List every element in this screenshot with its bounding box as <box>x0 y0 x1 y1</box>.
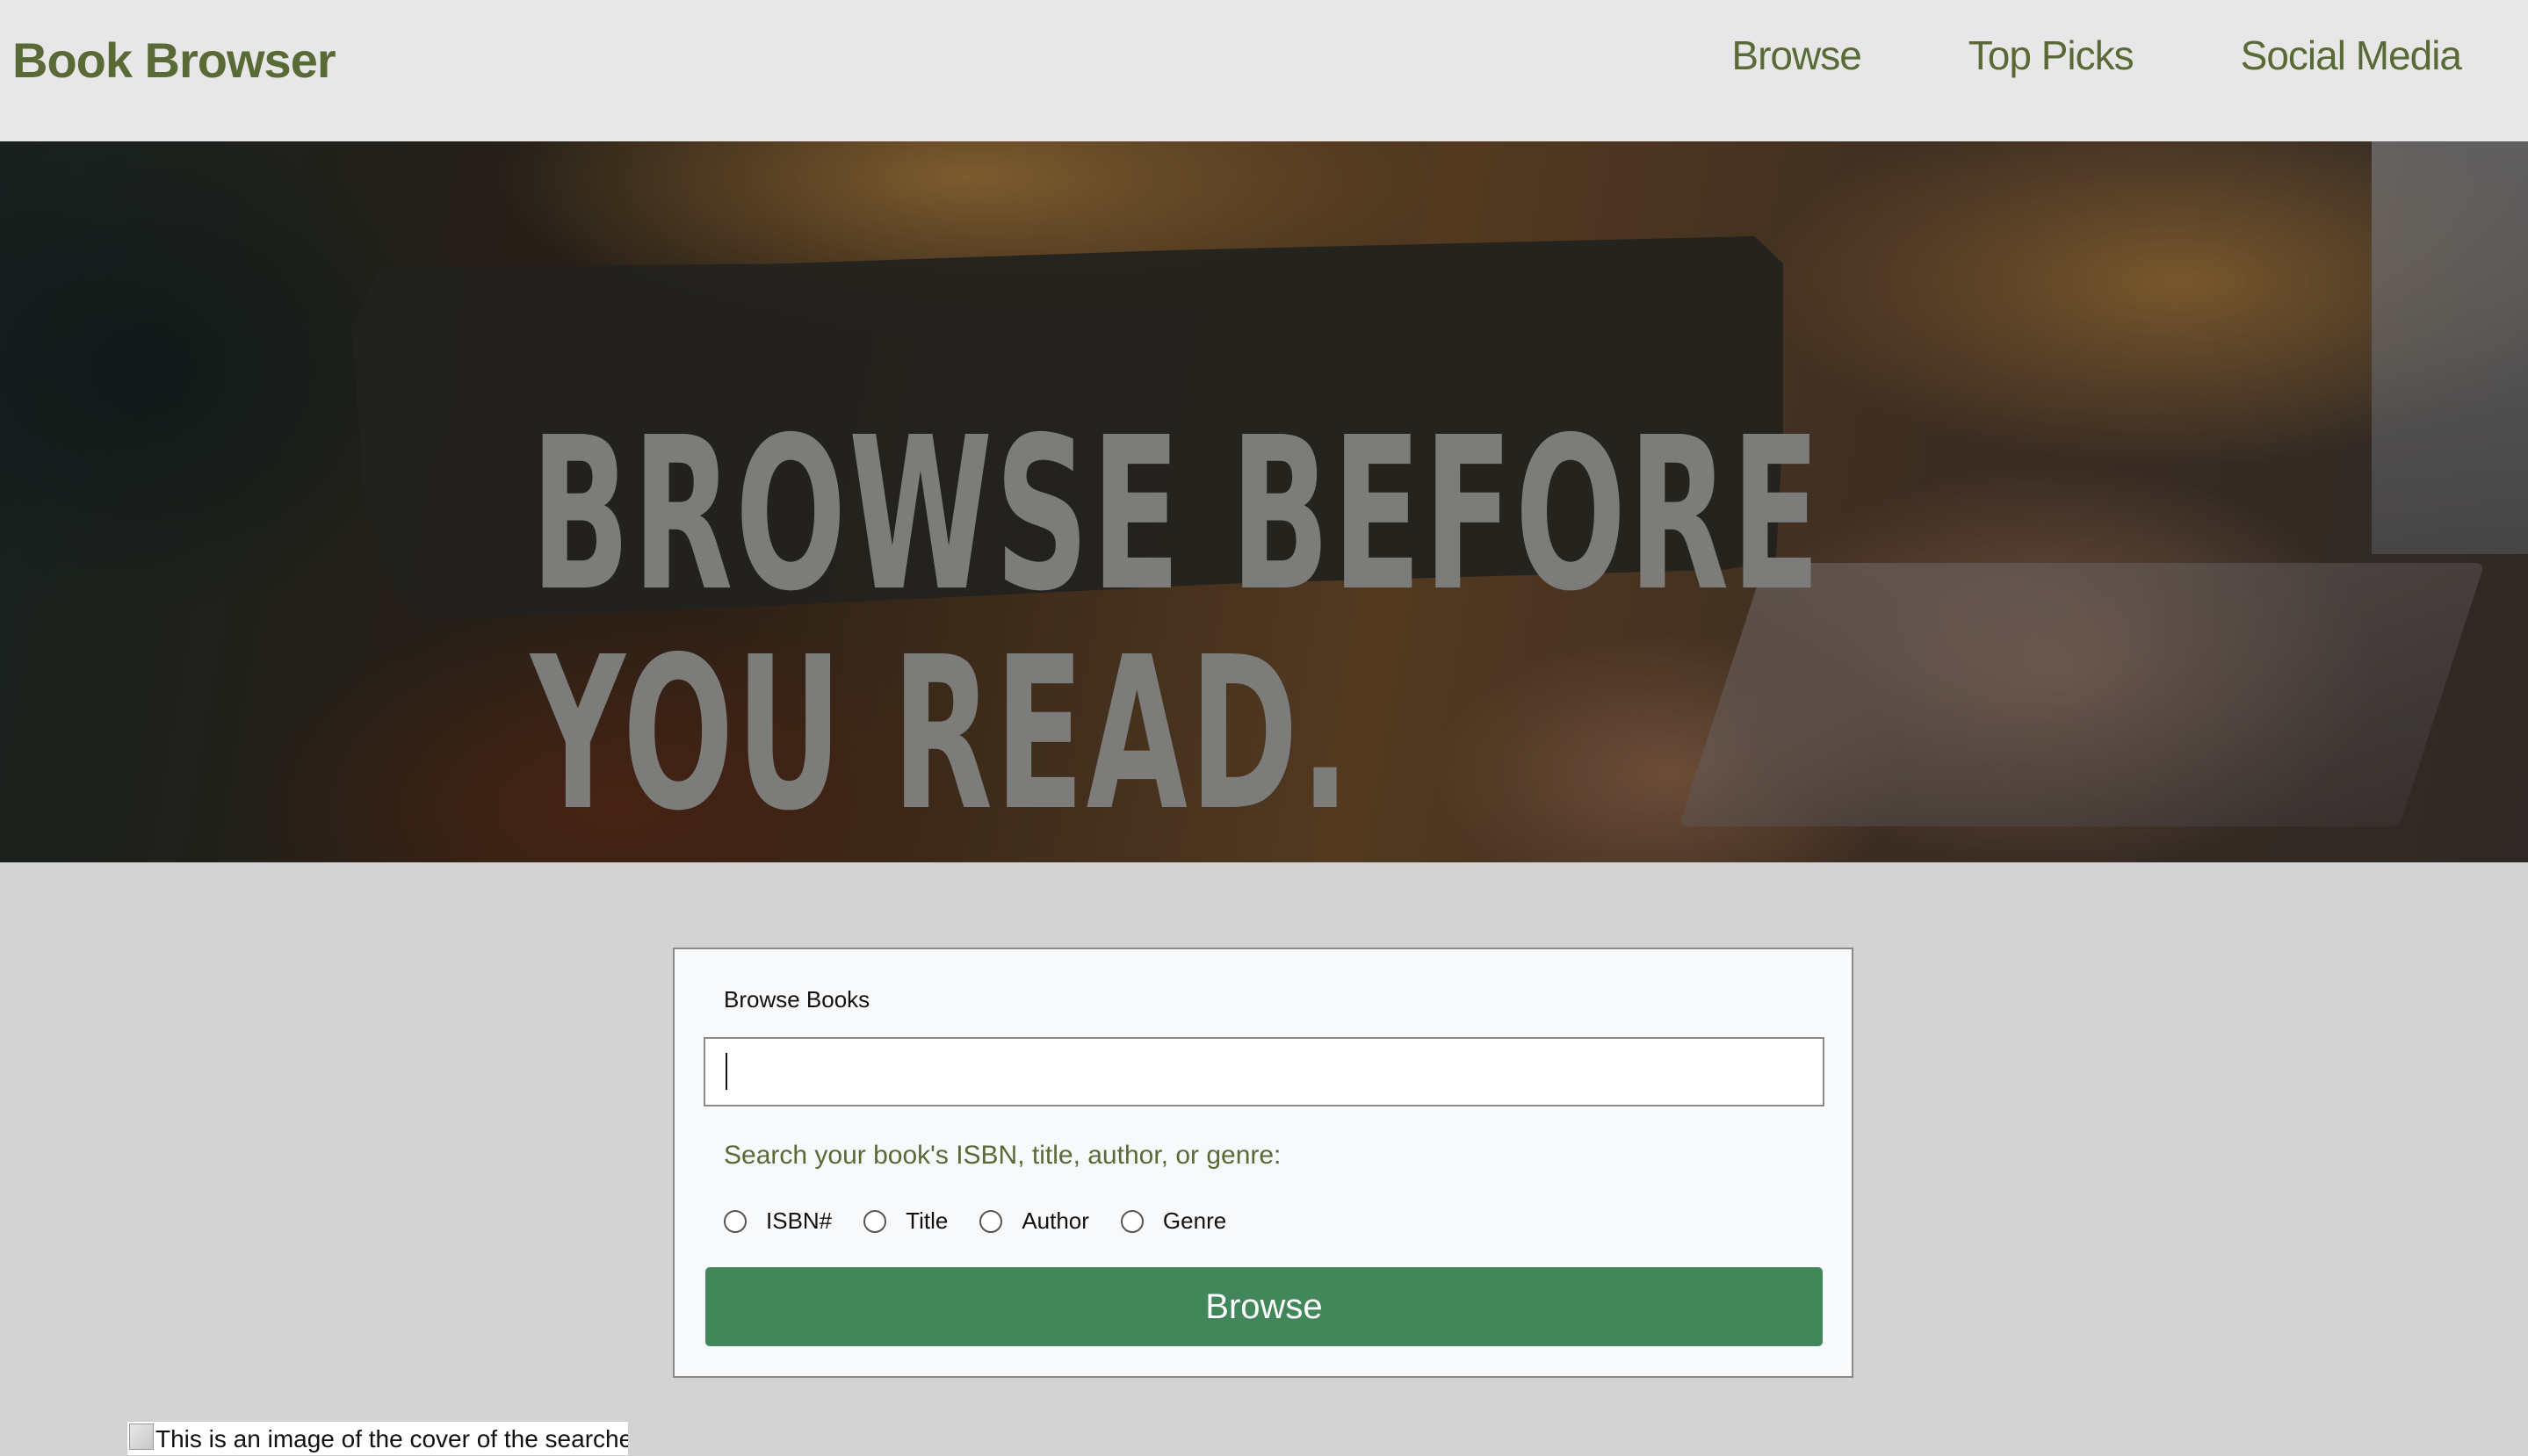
hero-title: BROWSE BEFORE YOU READ. <box>531 392 1823 857</box>
text-caret <box>726 1053 727 1090</box>
radio-option-author[interactable]: Author <box>979 1207 1089 1235</box>
hero-banner: BROWSE BEFORE YOU READ. <box>0 141 2528 862</box>
main-nav: Browse Top Picks Social Media <box>1731 32 2462 79</box>
browse-button[interactable]: Browse <box>705 1267 1823 1346</box>
broken-image-icon <box>129 1424 154 1450</box>
radio-label-isbn: ISBN# <box>766 1207 833 1234</box>
search-hint: Search your book's ISBN, title, author, … <box>724 1141 1282 1170</box>
radio-label-title: Title <box>906 1207 949 1234</box>
book-cover-alt-text: This is an image of the cover of the sea… <box>155 1425 629 1452</box>
radio-button-genre[interactable] <box>1120 1209 1144 1233</box>
nav-social-media-link[interactable]: Social Media <box>2241 32 2462 79</box>
site-header: Book Browser Browse Top Picks Social Med… <box>0 0 2528 141</box>
book-cover-image: This is an image of the cover of the sea… <box>126 1421 629 1456</box>
radio-button-author[interactable] <box>979 1209 1003 1233</box>
search-card-title: Browse Books <box>724 986 870 1013</box>
radio-option-genre[interactable]: Genre <box>1120 1207 1227 1235</box>
radio-option-title[interactable]: Title <box>863 1207 948 1235</box>
nav-top-picks-link[interactable]: Top Picks <box>1968 32 2134 79</box>
nav-browse-link[interactable]: Browse <box>1731 32 1861 79</box>
radio-button-title[interactable] <box>863 1209 887 1233</box>
search-card: Browse Books Search your book's ISBN, ti… <box>673 948 1853 1378</box>
radio-label-genre: Genre <box>1162 1207 1227 1234</box>
radio-option-isbn[interactable]: ISBN# <box>724 1207 832 1235</box>
radio-label-author: Author <box>1022 1207 1089 1234</box>
radio-button-isbn[interactable] <box>724 1209 747 1233</box>
search-input[interactable] <box>704 1037 1824 1106</box>
search-type-radio-group: ISBN# Title Author Genre <box>724 1207 1258 1235</box>
brand-logo[interactable]: Book Browser <box>12 32 336 89</box>
